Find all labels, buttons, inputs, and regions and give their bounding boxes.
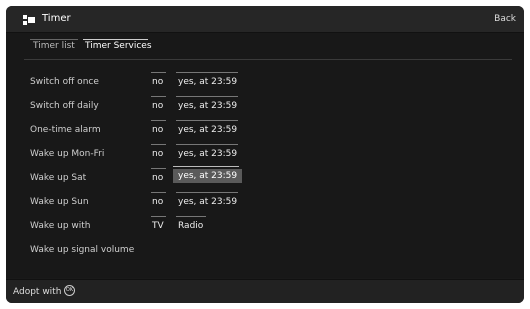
row-switch-off-once-left-line [151, 72, 166, 73]
row-one-time-alarm-no-option[interactable]: no [152, 125, 163, 135]
tab-timer-list[interactable]: Timer list [33, 41, 75, 51]
row-wake-up-mon-fri-yes-option[interactable]: yes, at 23:59 [178, 149, 237, 159]
row-wake-up-sat-label: Wake up Sat [30, 173, 87, 183]
row-wake-up-with-radio-option[interactable]: Radio [178, 221, 203, 231]
row-switch-off-once-yes-option[interactable]: yes, at 23:59 [178, 77, 237, 87]
row-wake-up-signal-volume-label[interactable]: Wake up signal volume [30, 245, 134, 255]
row-wake-up-sat-left-line [151, 168, 166, 169]
tab-timer-list-indicator [30, 39, 78, 40]
row-wake-up-with-right-line [176, 216, 206, 217]
row-switch-off-once-right-line [176, 72, 238, 73]
row-wake-up-sun-yes-option[interactable]: yes, at 23:59 [178, 197, 237, 207]
row-wake-up-mon-fri-right-line [176, 144, 238, 145]
row-switch-off-daily-yes-option[interactable]: yes, at 23:59 [178, 101, 237, 111]
row-wake-up-sat-yes-option-selected[interactable]: yes, at 23:59 [173, 169, 243, 183]
row-wake-up-mon-fri-no-option[interactable]: no [152, 149, 163, 159]
row-wake-up-sat-right-line [173, 166, 239, 167]
row-switch-off-once-label: Switch off once [30, 77, 99, 87]
row-switch-off-daily-no-option[interactable]: no [152, 101, 163, 111]
title-bar: Timer Back [6, 6, 524, 33]
row-wake-up-with-tv-option[interactable]: TV [152, 221, 164, 231]
back-button[interactable]: Back [494, 14, 516, 24]
row-wake-up-with-label: Wake up with [30, 221, 91, 231]
tab-bar: Timer list Timer Services [6, 35, 524, 60]
row-switch-off-daily-label: Switch off daily [30, 101, 99, 111]
row-switch-off-daily-right-line [176, 96, 238, 97]
row-one-time-alarm-right-line [176, 120, 238, 121]
row-one-time-alarm-label: One-time alarm [30, 125, 101, 135]
ok-button-icon: OK [64, 285, 75, 296]
row-wake-up-sat-no-option[interactable]: no [152, 173, 163, 183]
adopt-with-label: Adopt with [13, 287, 62, 297]
row-switch-off-daily-left-line [151, 96, 166, 97]
tab-divider [24, 59, 512, 60]
timer-window: Timer Back Timer list Timer Services Swi… [6, 6, 524, 303]
row-one-time-alarm-left-line [151, 120, 166, 121]
row-wake-up-mon-fri-left-line [151, 144, 166, 145]
row-wake-up-with-left-line [151, 216, 166, 217]
tab-timer-services-indicator [83, 39, 148, 40]
timer-app-icon [23, 15, 35, 25]
row-wake-up-sun-left-line [151, 192, 166, 193]
row-one-time-alarm-yes-option[interactable]: yes, at 23:59 [178, 125, 237, 135]
tab-timer-services[interactable]: Timer Services [85, 41, 152, 51]
row-wake-up-sun-label: Wake up Sun [30, 197, 89, 207]
main-content: Timer list Timer Services Switch off onc… [6, 33, 524, 278]
row-switch-off-once-no-option[interactable]: no [152, 77, 163, 87]
row-wake-up-sun-no-option[interactable]: no [152, 197, 163, 207]
footer-bar: Adopt with OK [6, 279, 524, 303]
row-wake-up-sun-right-line [176, 192, 238, 193]
row-wake-up-mon-fri-label: Wake up Mon-Fri [30, 149, 105, 159]
window-title: Timer [42, 13, 71, 24]
